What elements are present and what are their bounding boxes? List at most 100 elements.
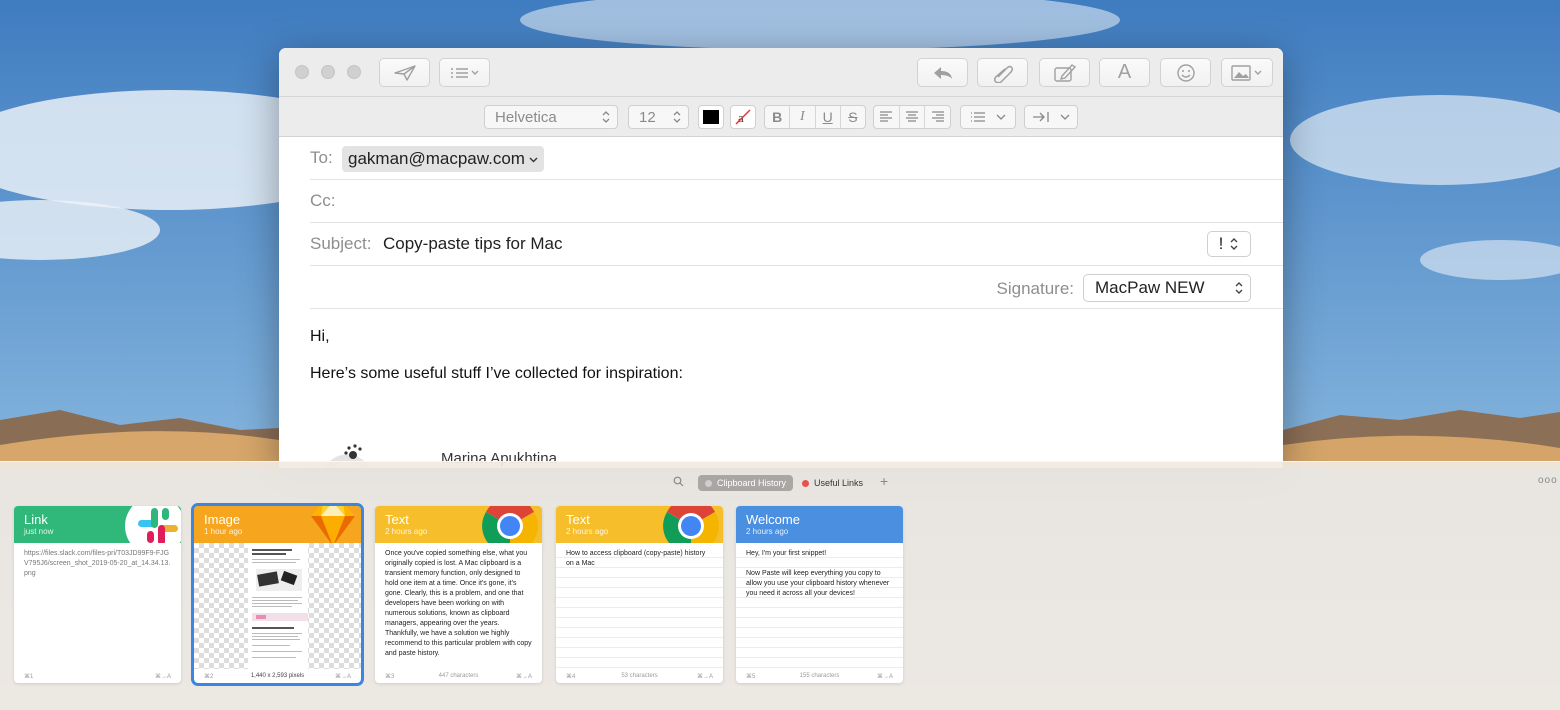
- card-header: Welcome 2 hours ago: [736, 506, 903, 543]
- underline-button[interactable]: U: [816, 106, 841, 128]
- card-footer: ⌘3 447 characters ⌘→A: [375, 669, 542, 683]
- align-right-button[interactable]: [925, 106, 950, 128]
- clip-card-text[interactable]: Text 2 hours ago Once you've copied some…: [375, 506, 542, 683]
- clip-card-text[interactable]: Text 2 hours ago How to access clipboard…: [556, 506, 723, 683]
- align-left-button[interactable]: [874, 106, 900, 128]
- align-center-icon: [906, 111, 918, 122]
- text-color-swatch: [703, 110, 719, 124]
- tab-color-dot: [705, 479, 712, 487]
- recipient-address: gakman@macpaw.com: [348, 149, 525, 168]
- clipboard-panel: Clipboard History Useful Links + ooo Lin…: [0, 461, 1560, 710]
- style-buttons: B I U S: [764, 105, 866, 129]
- font-size-value: 12: [639, 108, 656, 126]
- header-fields-button[interactable]: [439, 58, 490, 87]
- priority-select[interactable]: !: [1207, 231, 1251, 257]
- card-footer: ⌘2 1,440 x 2,593 pixels ⌘→A: [194, 669, 361, 683]
- card-footer: ⌘4 53 characters ⌘→A: [556, 669, 723, 683]
- card-shortcut: ⌘1: [24, 673, 34, 680]
- minimize-window-button[interactable]: [321, 65, 335, 79]
- alignment-buttons: [873, 105, 951, 129]
- body-text[interactable]: Here’s some useful stuff I’ve collected …: [310, 365, 683, 383]
- clip-card-welcome[interactable]: Welcome 2 hours ago Hey, I'm your first …: [736, 506, 903, 683]
- card-footer: ⌘1 ⌘→A: [14, 669, 181, 683]
- attach-button[interactable]: [977, 58, 1028, 87]
- more-button[interactable]: ooo: [1538, 475, 1558, 486]
- emoji-button[interactable]: [1160, 58, 1211, 87]
- photo-browser-button[interactable]: [1221, 58, 1273, 87]
- send-button[interactable]: [379, 58, 430, 87]
- align-right-icon: [931, 111, 944, 122]
- tab-label: Clipboard History: [717, 478, 787, 488]
- compose-window: A Helvetica 12 a B I U S To: gakman@macp…: [279, 48, 1283, 468]
- italic-button[interactable]: I: [790, 106, 816, 128]
- subject-label: Subject:: [310, 234, 372, 253]
- card-info: 1,440 x 2,593 pixels: [250, 673, 305, 679]
- clip-card-image[interactable]: Image 1 hour ago ⌘2 1,440 x 2,593 pixels…: [191, 503, 364, 686]
- close-window-button[interactable]: [295, 65, 309, 79]
- stepper-icon: [670, 109, 684, 125]
- card-content: How to access clipboard (copy-paste) his…: [556, 543, 723, 669]
- subject-field[interactable]: Subject: Copy-paste tips for Mac !: [310, 223, 1283, 266]
- tab-useful-links[interactable]: Useful Links: [795, 475, 870, 491]
- cc-field[interactable]: Cc:: [310, 180, 1283, 223]
- body-greeting[interactable]: Hi,: [310, 328, 330, 346]
- signature-label: Signature:: [996, 279, 1075, 298]
- card-info: 53 characters: [621, 673, 658, 679]
- font-size-select[interactable]: 12: [628, 105, 689, 129]
- panel-header: Clipboard History Useful Links + ooo: [0, 473, 1560, 492]
- stepper-icon: [599, 109, 613, 125]
- zoom-window-button[interactable]: [347, 65, 361, 79]
- subject-input[interactable]: Copy-paste tips for Mac: [383, 234, 563, 254]
- search-icon[interactable]: [673, 476, 684, 487]
- card-header: Text 2 hours ago: [375, 506, 542, 543]
- markup-icon: [1053, 63, 1076, 82]
- markup-button[interactable]: [1039, 58, 1090, 87]
- background-color-button[interactable]: a: [730, 105, 756, 129]
- recipient-token[interactable]: gakman@macpaw.com: [342, 146, 544, 172]
- no-color-icon: a: [735, 109, 751, 125]
- card-content: Once you've copied something else, what …: [385, 550, 532, 657]
- format-button[interactable]: A: [1099, 58, 1150, 87]
- card-footer: ⌘5 155 characters ⌘→A: [736, 669, 903, 683]
- screenshot-thumbnail: [248, 543, 308, 669]
- add-pinboard-button[interactable]: +: [880, 473, 888, 489]
- strikethrough-button[interactable]: S: [841, 106, 865, 128]
- chrome-icon: [663, 506, 719, 543]
- stepper-icon: [1235, 282, 1243, 294]
- stepper-icon: [1230, 238, 1238, 250]
- clip-card-link[interactable]: Link just now https://files.slack.com/fi…: [14, 506, 181, 683]
- format-icon: A: [1117, 61, 1132, 83]
- indent-icon: [1033, 112, 1049, 122]
- sketch-icon: [311, 506, 355, 543]
- card-content: https://files.slack.com/files-pri/T03JD9…: [24, 550, 171, 577]
- photo-browser-icon: [1231, 64, 1262, 81]
- card-content: Hey, I'm your first snippet! Now Paste w…: [736, 543, 903, 669]
- card-header: Text 2 hours ago: [556, 506, 723, 543]
- format-bar: Helvetica 12 a B I U S: [279, 97, 1283, 137]
- indent-select[interactable]: [1024, 105, 1078, 129]
- font-select[interactable]: Helvetica: [484, 105, 618, 129]
- header-fields-icon: [450, 67, 478, 78]
- send-icon: [393, 64, 416, 81]
- emoji-icon: [1176, 63, 1195, 82]
- text-color-button[interactable]: [698, 105, 724, 129]
- tab-clipboard-history[interactable]: Clipboard History: [698, 475, 794, 491]
- card-paste-hint: ⌘→A: [154, 673, 171, 680]
- attach-icon: [993, 65, 1013, 83]
- tab-label: Useful Links: [814, 478, 864, 488]
- card-info: 447 characters: [438, 673, 479, 679]
- priority-value: !: [1218, 234, 1224, 253]
- card-header: Image 1 hour ago: [194, 506, 361, 543]
- slack-icon: [125, 506, 181, 543]
- chevron-down-icon: [529, 157, 538, 162]
- list-style-select[interactable]: [960, 105, 1016, 129]
- signature-row: Signature: MacPaw NEW: [310, 266, 1283, 309]
- signature-select[interactable]: MacPaw NEW: [1083, 274, 1251, 302]
- font-name: Helvetica: [495, 108, 557, 126]
- card-header: Link just now: [14, 506, 181, 543]
- align-center-button[interactable]: [900, 106, 926, 128]
- chrome-icon: [482, 506, 538, 543]
- reply-button[interactable]: [917, 58, 968, 87]
- bold-button[interactable]: B: [765, 106, 791, 128]
- cc-label: Cc:: [310, 191, 336, 210]
